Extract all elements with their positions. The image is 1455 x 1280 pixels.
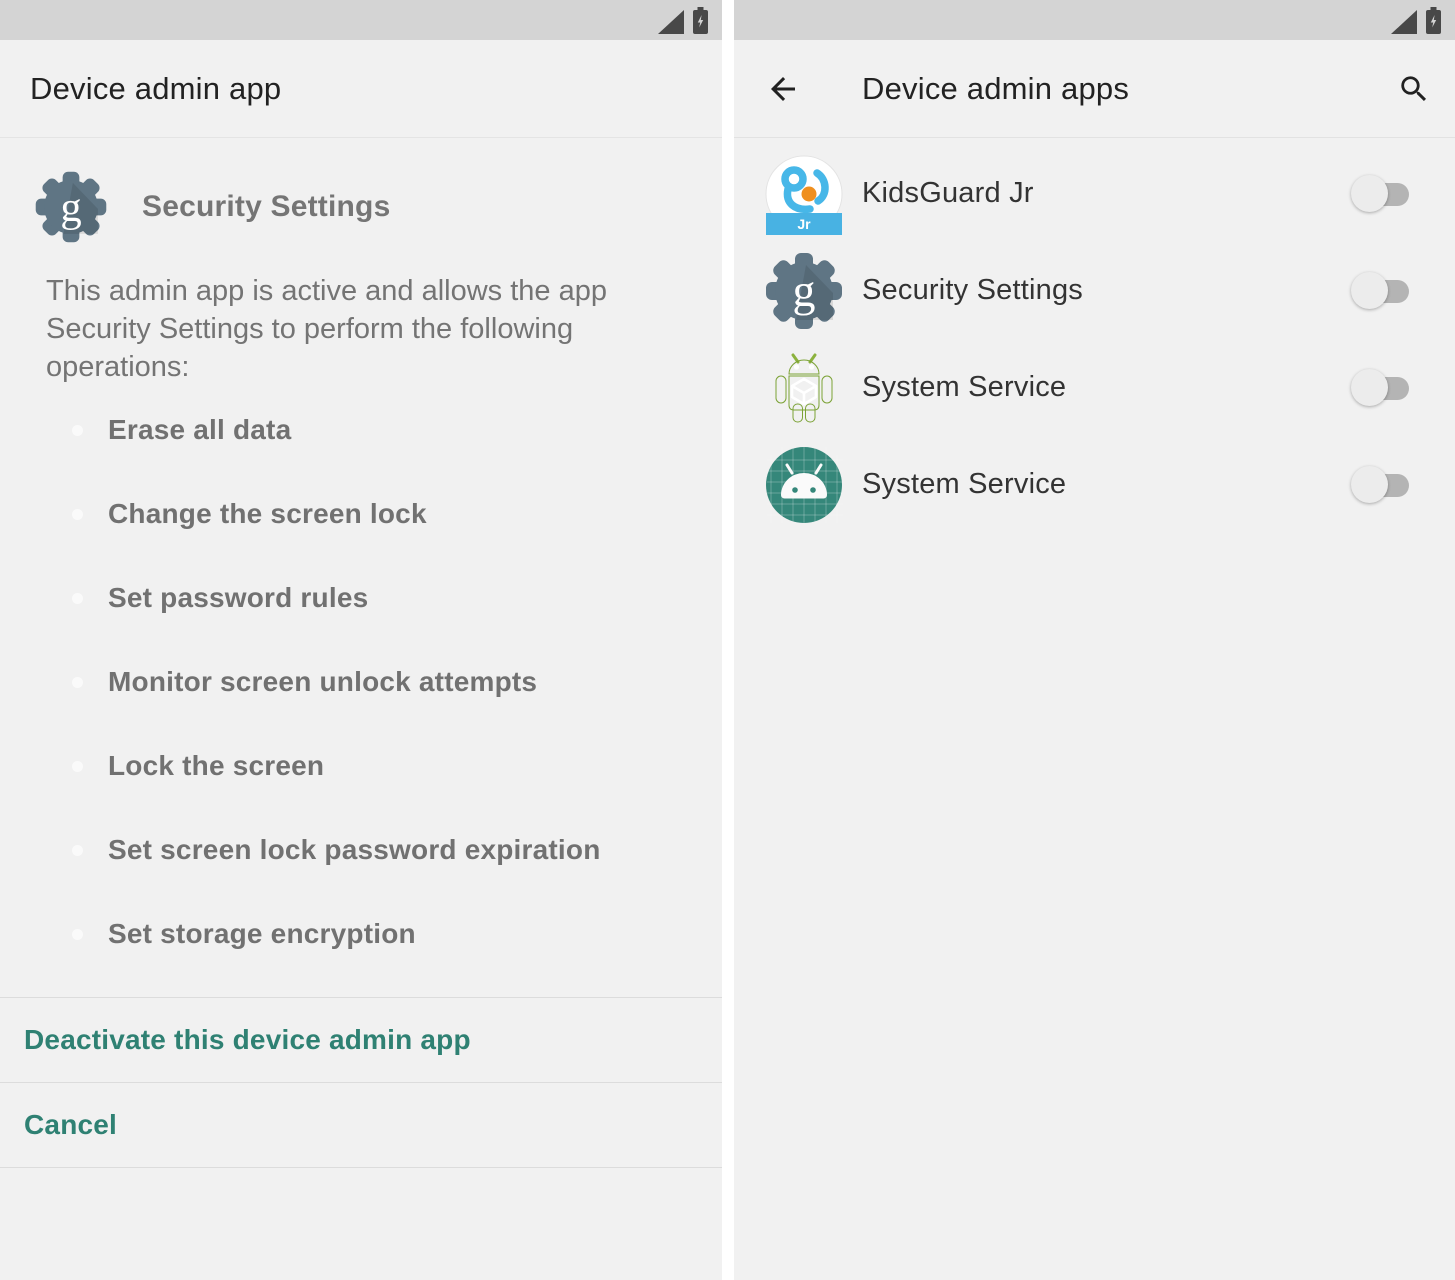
back-button[interactable]	[764, 70, 802, 108]
toggle-off[interactable]	[1351, 272, 1409, 310]
operation-item: Set password rules	[0, 556, 722, 640]
toggle-thumb	[1351, 272, 1388, 309]
page-title: Device admin app	[30, 71, 281, 107]
admin-app-identity: g Security Settings	[32, 168, 390, 246]
search-icon	[1397, 72, 1431, 106]
cancel-button[interactable]: Cancel	[0, 1083, 722, 1167]
app-name-label: System Service	[862, 468, 1066, 501]
android-head-icon	[765, 443, 843, 527]
operation-label: Lock the screen	[108, 750, 324, 782]
admin-apps-list: Jr KidsGuard Jr	[734, 145, 1455, 533]
signal-icon	[658, 10, 684, 34]
admin-app-description: This admin app is active and allows the …	[46, 272, 694, 386]
status-bar	[734, 0, 1455, 40]
operation-item: Monitor screen unlock attempts	[0, 640, 722, 724]
operation-item: Erase all data	[0, 388, 722, 472]
signal-icon	[1391, 10, 1417, 34]
android-robot-icon	[765, 346, 843, 430]
search-button[interactable]	[1395, 70, 1433, 108]
gear-g-icon: g	[765, 249, 843, 333]
bullet-icon	[72, 845, 83, 856]
app-name-label: System Service	[862, 371, 1066, 404]
page-title: Device admin apps	[862, 71, 1129, 107]
toggle-off[interactable]	[1351, 466, 1409, 504]
admin-app-row[interactable]: g Security Settings	[734, 242, 1455, 339]
bullet-icon	[72, 677, 83, 688]
toggle-off[interactable]	[1351, 175, 1409, 213]
divider	[0, 1167, 722, 1168]
operation-item: Lock the screen	[0, 724, 722, 808]
admin-app-row[interactable]: System Service	[734, 339, 1455, 436]
bullet-icon	[72, 761, 83, 772]
operation-label: Set screen lock password expiration	[108, 834, 601, 866]
bullet-icon	[72, 593, 83, 604]
bullet-icon	[72, 509, 83, 520]
app-name-label: Security Settings	[862, 274, 1083, 307]
operation-item: Change the screen lock	[0, 472, 722, 556]
operation-label: Change the screen lock	[108, 498, 427, 530]
kidsguard-jr-icon: Jr	[765, 152, 843, 236]
device-admin-apps-screen: Device admin apps Jr KidsGuard Jr	[734, 0, 1455, 1280]
admin-app-row[interactable]: System Service	[734, 436, 1455, 533]
svg-text:g: g	[60, 184, 81, 231]
status-bar	[0, 0, 722, 40]
right-header: Device admin apps	[734, 40, 1455, 138]
operation-item: Set screen lock password expiration	[0, 808, 722, 892]
deactivate-admin-button[interactable]: Deactivate this device admin app	[0, 998, 722, 1082]
operation-label: Set storage encryption	[108, 918, 416, 950]
cancel-label: Cancel	[24, 1109, 117, 1141]
admin-app-row[interactable]: Jr KidsGuard Jr	[734, 145, 1455, 242]
operation-item: Set storage encryption	[0, 892, 722, 976]
admin-app-name: Security Settings	[142, 190, 390, 224]
operation-label: Set password rules	[108, 582, 368, 614]
operations-list: Erase all data Change the screen lock Se…	[0, 388, 722, 976]
bullet-icon	[72, 425, 83, 436]
battery-charging-icon	[1426, 7, 1441, 34]
deactivate-admin-label: Deactivate this device admin app	[24, 1024, 471, 1056]
device-admin-app-screen: Device admin app g Sec	[0, 0, 722, 1280]
toggle-thumb	[1351, 466, 1388, 503]
svg-text:Jr: Jr	[797, 216, 811, 232]
toggle-off[interactable]	[1351, 369, 1409, 407]
back-arrow-icon	[765, 71, 801, 107]
toggle-thumb	[1351, 175, 1388, 212]
bullet-icon	[72, 929, 83, 940]
operation-label: Monitor screen unlock attempts	[108, 666, 537, 698]
app-name-label: KidsGuard Jr	[862, 177, 1034, 210]
left-header: Device admin app	[0, 40, 722, 138]
toggle-thumb	[1351, 369, 1388, 406]
panel-divider	[722, 0, 734, 1280]
battery-charging-icon	[693, 7, 708, 34]
svg-text:g: g	[793, 265, 816, 316]
operation-label: Erase all data	[108, 414, 291, 446]
security-settings-gear-icon: g	[32, 168, 110, 246]
